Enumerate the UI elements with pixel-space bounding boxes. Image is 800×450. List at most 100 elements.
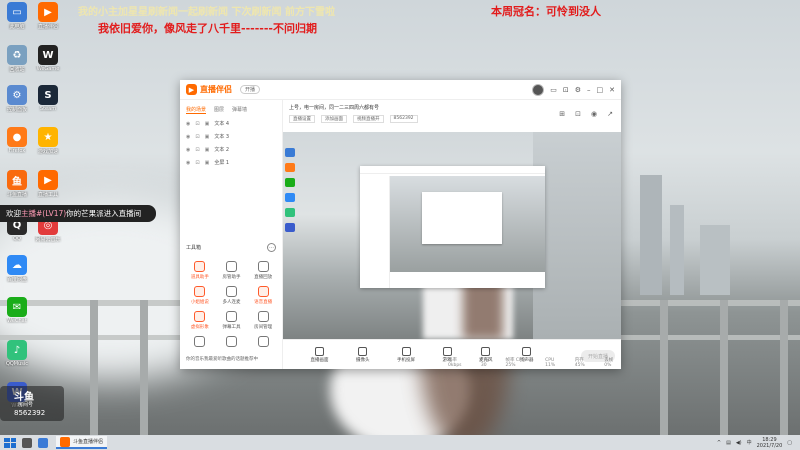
settings-icon[interactable]: ⚙ (575, 86, 581, 94)
desktop-icon[interactable]: S Steam (34, 85, 62, 112)
desktop-icon[interactable]: ● Firefox (3, 127, 31, 154)
share-icon[interactable]: ↗ (607, 110, 613, 118)
app-icon: 鱼 (7, 170, 27, 190)
tab-danmu[interactable]: 弹幕墙 (232, 106, 247, 114)
app-icon: S (38, 85, 58, 105)
lock-icon[interactable]: ⊡ (575, 110, 581, 118)
chip-live-settings[interactable]: 直播设置 (289, 115, 315, 123)
desktop-icon[interactable]: ▶ 直播伴侣 (34, 2, 62, 30)
toolbox-item[interactable]: 多人连麦 (216, 286, 248, 305)
tool-label: 语音直播 (254, 300, 273, 305)
desktop-icon[interactable]: ✉ WeChat (3, 297, 31, 324)
app-titlebar: ▶ 直播伴侣 开播 ▭ ⊡ ⚙ – □ ✕ (180, 80, 621, 100)
toolbox-item[interactable] (247, 336, 279, 349)
eye-icon[interactable]: ◉ (186, 134, 190, 140)
left-panel: 我的场景 图层 弹幕墙 ◉ ⊡ ▣ 文本 4 ◉ ⊡ ▣ 文本 3 ◉ ⊡ ▣ 文本 2 ◉ ⊡ ▣ 全屏 1… (180, 100, 283, 369)
tool-icon (257, 311, 269, 322)
desktop-icon-label: 直播伴侣 (37, 24, 58, 30)
desktop-icon[interactable]: ☁ 百度网盘 (3, 255, 31, 283)
task-view-icon[interactable] (38, 437, 48, 448)
desktop-icon[interactable]: ▶ 直播工具 (34, 170, 62, 198)
input-language[interactable]: 中 (747, 439, 752, 446)
toolbox-item[interactable]: 房间管理 (247, 311, 279, 330)
tab-scenes[interactable]: 我的场景 (186, 106, 207, 114)
lock-icon[interactable]: ⊡ (195, 134, 199, 140)
app-icon: ⚙ (7, 85, 27, 105)
tool-icon (225, 286, 237, 297)
watermark-room-number: 8562392 (14, 409, 46, 417)
close-icon[interactable]: ✕ (609, 86, 615, 94)
tool-icon (257, 261, 269, 272)
app-icon: W (38, 45, 58, 65)
status-bar: 码率 0kbps FPS 30 帧率 CPU 25% CPU 11% 内存 45% 丢帧 … (283, 356, 621, 369)
desktop-icon[interactable]: ★ 游戏加速 (34, 127, 62, 155)
toolbox-item[interactable]: 道具助手 (184, 261, 216, 280)
eye-icon[interactable]: ◉ (186, 147, 190, 153)
tab-layers[interactable]: 图层 (214, 106, 224, 114)
avatar[interactable] (532, 83, 545, 96)
toolbox-more-icon[interactable]: … (267, 243, 276, 252)
left-footer-text: 你的音乐我最爱听歌曲的话题推荐中 (186, 357, 258, 362)
desktop-icon[interactable]: ♪ QQMusic (3, 340, 31, 367)
tool-label: 虚拟形象 (190, 325, 209, 330)
taskbar: 斗鱼直播伴侣 ^ ▤ ◀) 中 18:29 2021/7/20 ▢ (0, 435, 800, 450)
desktop-icon[interactable]: 鱼斗鱼直播 (3, 170, 31, 198)
lock-icon[interactable]: ⊡ (563, 86, 569, 94)
chevron-up-icon[interactable]: ^ (717, 440, 721, 446)
desktop-icon-label: 百度网盘 (6, 277, 27, 283)
toolbox-item[interactable]: 虚拟形象 (184, 311, 216, 330)
toolbox-item[interactable]: 弹幕工具 (216, 311, 248, 330)
search-icon[interactable] (22, 437, 32, 448)
app-icon: ▶ (38, 170, 58, 190)
start-live-pill[interactable]: 开播 (240, 85, 261, 94)
app-icon: ▶ (38, 2, 58, 22)
tool-icon (225, 336, 237, 347)
text-layer-icon: ▣ (204, 120, 210, 127)
start-menu-icon[interactable] (4, 437, 16, 448)
chip-video-live[interactable]: 视频直播开 (353, 115, 384, 123)
notification-icon[interactable]: ▢ (787, 440, 792, 446)
network-icon[interactable]: ▤ (726, 440, 731, 446)
eye-icon[interactable]: ◉ (186, 121, 190, 127)
desktop-icon[interactable]: ⚙ 控制面板 (3, 85, 31, 113)
watermark-room-label: 房间号 (18, 402, 34, 408)
layer-item[interactable]: ◉ ⊡ ▣ 文本 3 (180, 130, 282, 143)
desktop-icon-label: 游戏加速 (37, 149, 58, 155)
app-icon: ✉ (7, 297, 27, 317)
chip-add-source[interactable]: 添加画面 (321, 115, 347, 123)
desktop-icon[interactable]: ♻ 回收站 (3, 45, 31, 73)
clock[interactable]: 18:29 2021/7/20 (757, 437, 783, 449)
minimize-icon[interactable]: – (587, 86, 591, 94)
layer-item[interactable]: ◉ ⊡ ▣ 文本 2 (180, 143, 282, 156)
layer-name: 全屏 1 (214, 160, 230, 166)
live-preview[interactable] (283, 132, 621, 339)
lock-icon[interactable]: ⊡ (195, 121, 199, 127)
layer-list: ◉ ⊡ ▣ 文本 4 ◉ ⊡ ▣ 文本 3 ◉ ⊡ ▣ 文本 2 ◉ ⊡ ▣ 全屏 1 (180, 117, 282, 169)
screen-icon[interactable]: ▭ (550, 86, 557, 94)
toolbox-item[interactable]: 小姐姐说 (184, 286, 216, 305)
desktop-icon[interactable]: ▭ 此电脑 (3, 2, 31, 30)
layout-icon[interactable]: ⊞ (559, 110, 565, 118)
toolbox-item[interactable]: 语音直播 (247, 286, 279, 305)
layer-item[interactable]: ◉ ⊡ ▣ 文本 4 (180, 117, 282, 130)
toolbox-title: 工具箱 (186, 245, 202, 251)
volume-icon[interactable]: ◀) (736, 440, 742, 446)
desktop-icon-label: 此电脑 (9, 24, 25, 30)
toolbox-item[interactable]: 房管助手 (216, 261, 248, 280)
tool-icon (225, 261, 237, 272)
maximize-icon[interactable]: □ (597, 86, 604, 94)
clock-date: 2021/7/20 (756, 442, 783, 449)
lock-icon[interactable]: ⊡ (195, 147, 199, 153)
bell-icon[interactable]: ◉ (591, 110, 597, 118)
lock-icon[interactable]: ⊡ (195, 160, 199, 166)
eye-icon[interactable]: ◉ (186, 160, 190, 166)
desktop-icon[interactable]: W WeGame (34, 45, 62, 72)
desktop-icon-label: 网易云音乐 (35, 237, 61, 243)
toolbox-item[interactable]: 直播回放 (247, 261, 279, 280)
layer-name: 文本 3 (214, 134, 230, 140)
welcome-toast: 欢迎 主播#(LV17) 你的芒果派进入直播间 (0, 205, 156, 222)
layer-item[interactable]: ◉ ⊡ ▣ 全屏 1 (180, 156, 282, 169)
toolbox-item[interactable] (216, 336, 248, 349)
taskbar-app-live[interactable]: 斗鱼直播伴侣 (56, 436, 108, 449)
toolbox-item[interactable] (184, 336, 216, 349)
